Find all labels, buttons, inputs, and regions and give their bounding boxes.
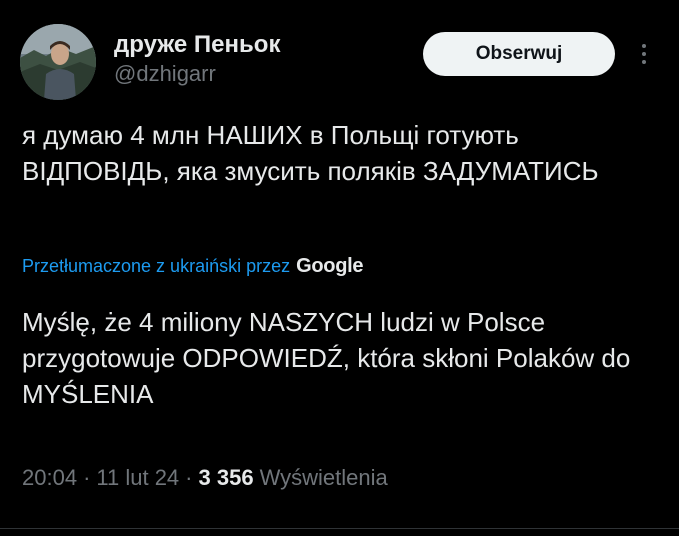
tweet-header: друже Пеньок @dzhigarr Obserwuj [20,24,660,100]
author-handle[interactable]: @dzhigarr [114,60,280,88]
author-display-name[interactable]: друже Пеньок [114,30,280,60]
more-dot [642,60,646,64]
tweet-card: друже Пеньок @dzhigarr Obserwuj я думаю … [0,0,679,536]
avatar-image [20,24,96,100]
divider [0,528,679,529]
meta-separator: · [185,465,193,490]
meta-separator: · [83,465,91,490]
more-dot [642,44,646,48]
more-vertical-icon[interactable] [632,36,656,72]
tweet-date[interactable]: 11 lut 24 [96,465,179,491]
tweet-original-text: я думаю 4 млн НАШИХ в Польщі готують ВІД… [22,120,599,186]
tweet-translated-text: Myślę, że 4 miliony NASZYCH ludzi w Pols… [22,307,631,409]
views-count: 3 356 [198,465,254,490]
views-label: Wyświetlenia [259,465,388,490]
follow-button[interactable]: Obserwuj [423,32,615,76]
translated-from-link[interactable]: Przetłumaczone z ukraiński przez [22,256,290,277]
google-logo: Google [296,255,364,277]
more-dot [642,52,646,56]
avatar[interactable] [20,24,96,100]
translation-attribution: Przetłumaczone z ukraiński przez Google [22,255,364,278]
tweet-time[interactable]: 20:04 [22,465,77,491]
author-names: друже Пеньок @dzhigarr [114,30,280,88]
tweet-meta: 20:04 · 11 lut 24 · 3 356 Wyświetlenia [22,465,388,491]
